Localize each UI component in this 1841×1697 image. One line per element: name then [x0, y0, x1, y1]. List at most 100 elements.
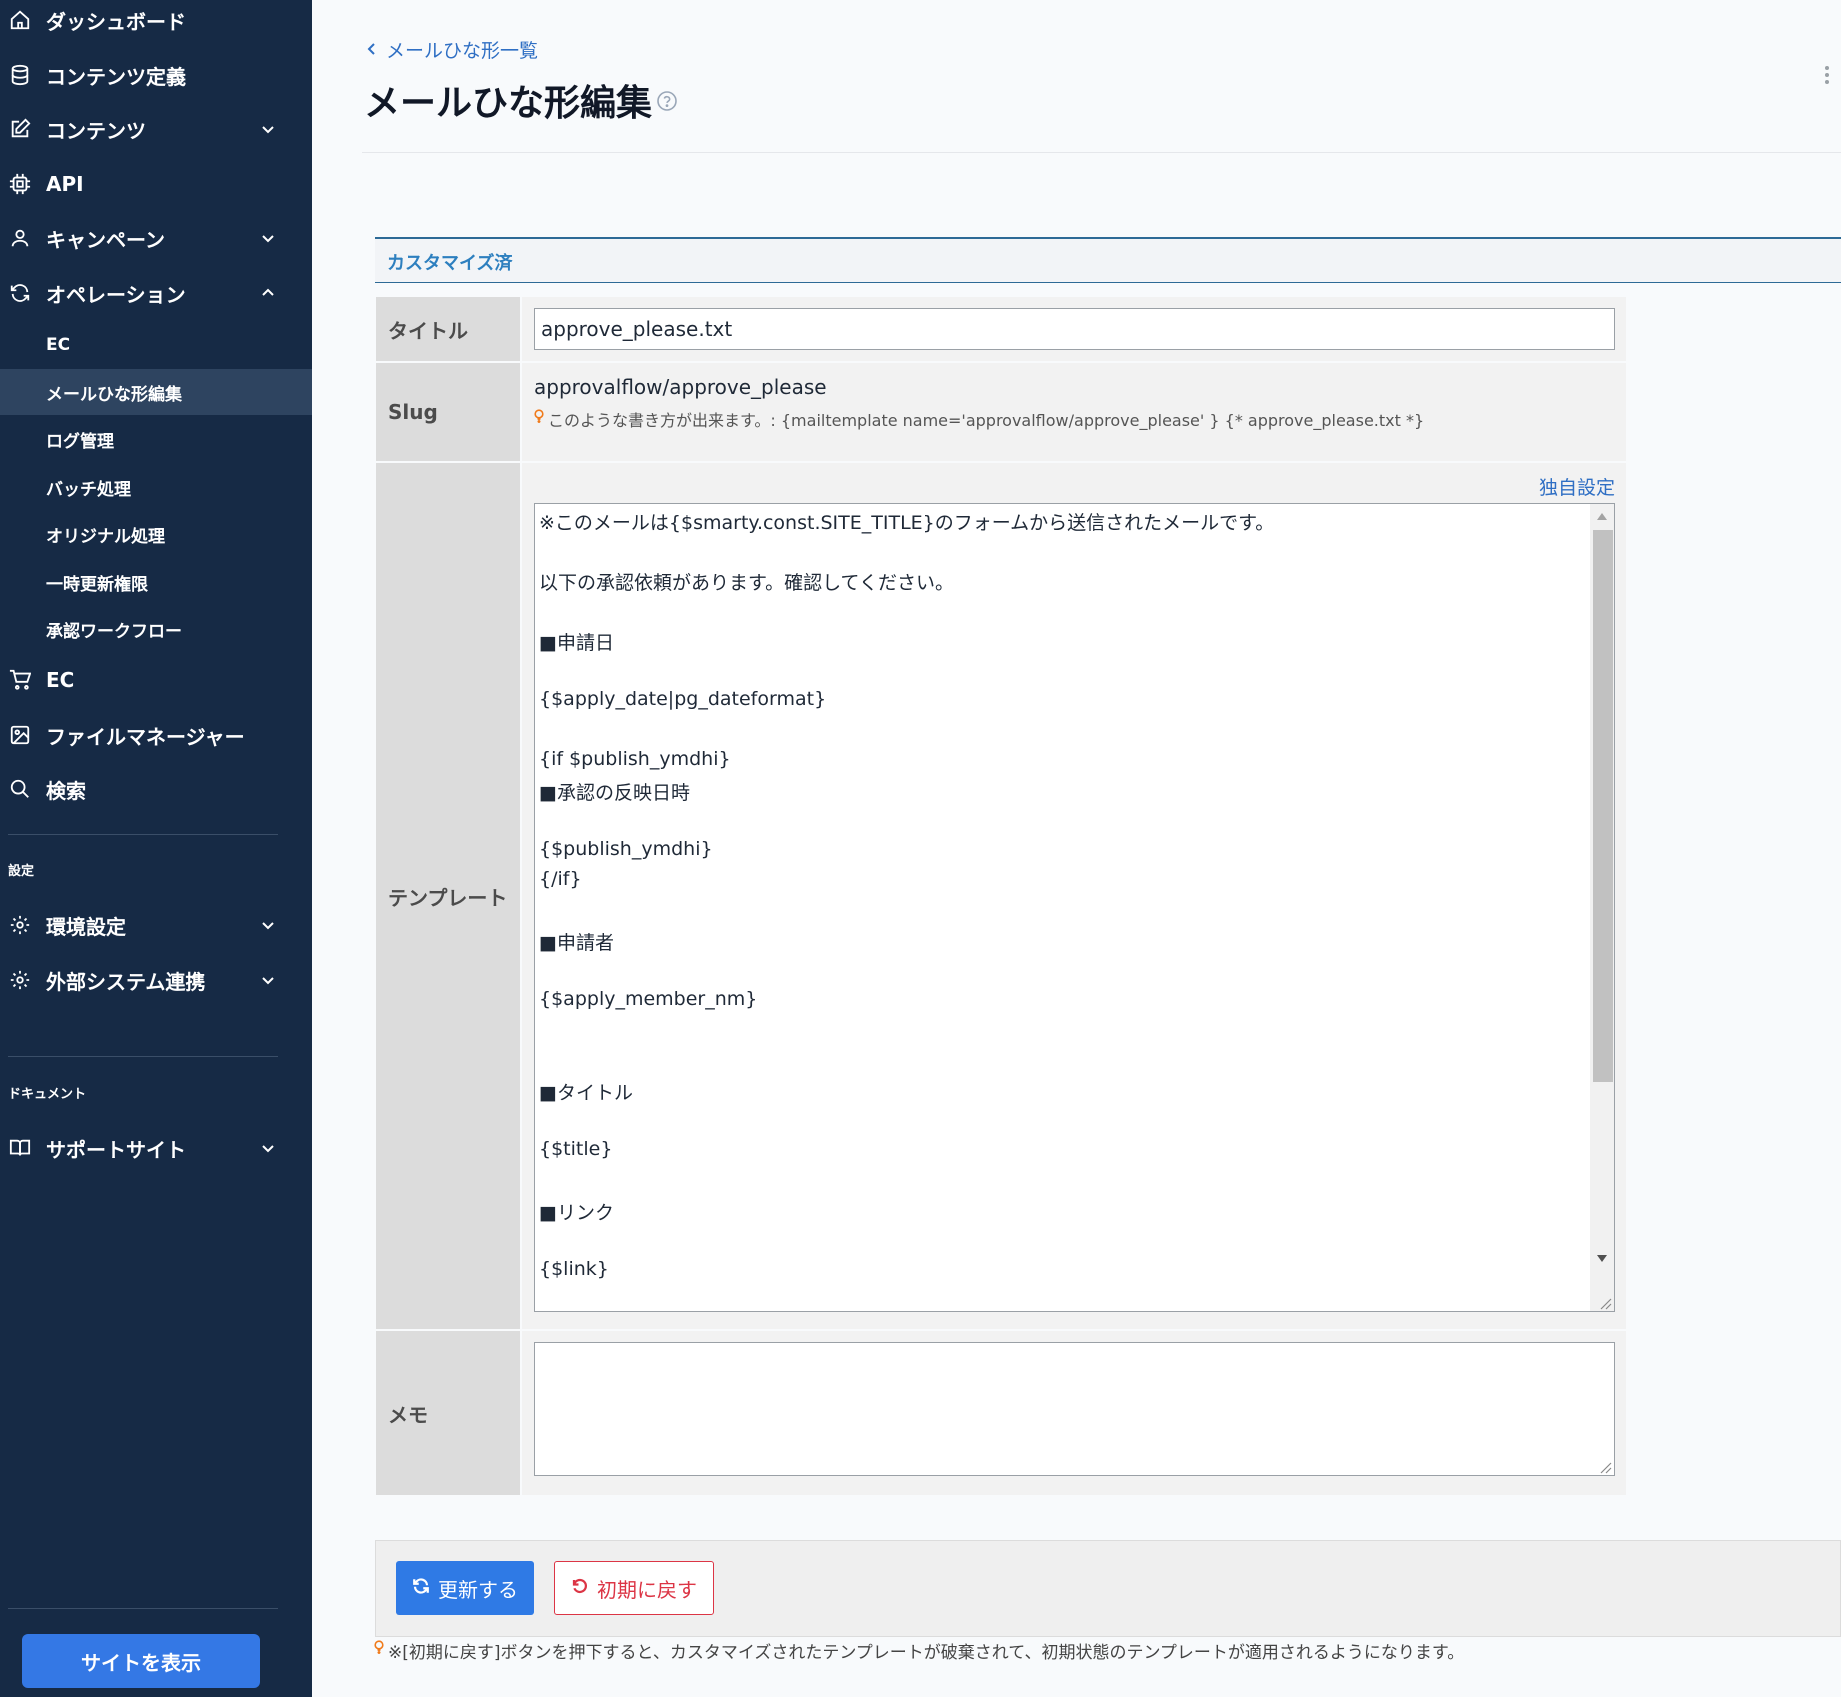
sidebar-section-docs: ドキュメント — [8, 1087, 87, 1102]
template-line: {if $publish_ymdhi} — [539, 748, 731, 770]
scrollbar-thumb[interactable] — [1593, 530, 1613, 1082]
resize-handle-icon[interactable] — [1598, 1459, 1612, 1474]
chevron-down-icon — [258, 1138, 278, 1158]
template-line: ※このメールは{$smarty.const.SITE_TITLE}のフォームから… — [539, 512, 1275, 534]
template-line: {$title} — [539, 1138, 613, 1160]
database-icon — [8, 63, 32, 87]
template-line: ■タイトル — [539, 1082, 633, 1104]
lightbulb-icon — [374, 1640, 384, 1661]
sidebar-item-api[interactable]: API — [0, 160, 312, 208]
title-divider — [362, 152, 1841, 153]
sidebar-section-settings: 設定 — [8, 864, 35, 879]
chevron-down-icon — [258, 228, 278, 248]
sidebar-subitem-log[interactable]: ログ管理 — [0, 416, 312, 462]
sidebar-item-contents[interactable]: コンテンツ — [0, 105, 312, 153]
slug-hint-text: このような書き方が出来ます。: {mailtemplate name='appr… — [548, 411, 1425, 430]
view-site-button[interactable]: サイトを表示 — [22, 1634, 260, 1688]
sidebar: ダッシュボード コンテンツ定義 コンテンツ API キャンペーン オペレーション… — [0, 0, 312, 1697]
sidebar-subitem-label: 一時更新権限 — [46, 574, 148, 595]
refresh-icon — [412, 1576, 430, 1600]
sidebar-subitem-temp-permission[interactable]: 一時更新権限 — [0, 559, 312, 605]
more-menu-icon[interactable] — [1823, 64, 1831, 86]
sidebar-item-label: ダッシュボード — [46, 9, 186, 34]
sidebar-subitem-label: 承認ワークフロー — [46, 621, 182, 642]
reset-button[interactable]: 初期に戻す — [554, 1561, 714, 1615]
sidebar-item-file-manager[interactable]: ファイルマネージャー — [0, 711, 312, 759]
main-content: メールひな形一覧 メールひな形編集 カスタマイズ済 タイトル approve_p… — [312, 0, 1841, 1697]
chevron-down-icon — [258, 915, 278, 935]
sidebar-subitem-label: バッチ処理 — [46, 479, 131, 500]
template-line: ■承認の反映日時 — [539, 782, 690, 804]
template-textarea[interactable]: ※このメールは{$smarty.const.SITE_TITLE}のフォームから… — [534, 503, 1615, 1312]
sidebar-subitem-ec[interactable]: EC — [0, 322, 312, 368]
title-input[interactable]: approve_please.txt — [534, 308, 1615, 350]
template-scrollbar[interactable] — [1590, 504, 1614, 1311]
edit-icon — [8, 117, 32, 141]
user-icon — [8, 226, 32, 250]
resize-handle-icon[interactable] — [1598, 1295, 1612, 1310]
sidebar-subitem-original[interactable]: オリジナル処理 — [0, 511, 312, 557]
sidebar-item-label: オペレーション — [46, 282, 186, 307]
slug-value: approvalflow/approve_please — [534, 375, 827, 399]
refresh-icon — [8, 281, 32, 305]
breadcrumb[interactable]: メールひな形一覧 — [366, 36, 538, 63]
sidebar-subitem-label: EC — [46, 335, 71, 355]
sidebar-subitem-label: ログ管理 — [46, 431, 114, 452]
reset-button-label: 初期に戻す — [597, 1577, 697, 1602]
sidebar-item-ec[interactable]: EC — [0, 656, 312, 704]
sidebar-item-dashboard[interactable]: ダッシュボード — [0, 0, 312, 44]
sidebar-divider — [8, 1608, 278, 1609]
section-header: カスタマイズ済 — [375, 237, 1841, 283]
sidebar-item-label: API — [46, 172, 84, 196]
title-label: タイトル — [376, 297, 520, 361]
slug-label: Slug — [376, 363, 520, 461]
chevron-up-icon — [258, 283, 278, 303]
sidebar-item-label: 環境設定 — [46, 914, 126, 939]
sidebar-item-label: EC — [46, 668, 75, 692]
sidebar-item-search[interactable]: 検索 — [0, 765, 312, 813]
breadcrumb-link[interactable]: メールひな形一覧 — [386, 36, 538, 63]
update-button[interactable]: 更新する — [396, 1561, 534, 1615]
template-line: {/if} — [539, 868, 582, 890]
sidebar-subitem-mail-template[interactable]: メールひな形編集 — [0, 369, 312, 415]
template-line: {$publish_ymdhi} — [539, 838, 713, 860]
title-cell: approve_please.txt — [522, 297, 1626, 361]
cart-icon — [8, 668, 32, 692]
help-icon[interactable] — [656, 90, 678, 112]
sidebar-subitem-approval-workflow[interactable]: 承認ワークフロー — [0, 606, 312, 652]
sidebar-item-support-site[interactable]: サポートサイト — [0, 1124, 312, 1172]
template-cell: 独自設定 ※このメールは{$smarty.const.SITE_TITLE}のフ… — [522, 463, 1626, 1329]
memo-textarea[interactable] — [534, 1342, 1615, 1476]
sidebar-divider — [8, 1056, 278, 1057]
sidebar-item-label: 検索 — [46, 778, 86, 803]
undo-icon — [571, 1576, 589, 1600]
scroll-up-arrow-icon[interactable] — [1590, 506, 1614, 526]
sidebar-divider — [8, 834, 278, 835]
sidebar-item-operation[interactable]: オペレーション — [0, 269, 312, 317]
template-line: {$link} — [539, 1258, 609, 1280]
chevron-left-icon — [366, 39, 378, 61]
sidebar-item-label: コンテンツ定義 — [46, 64, 186, 89]
reset-note-text: ※[初期に戻す]ボタンを押下すると、カスタマイズされたテンプレートが破棄されて、… — [388, 1643, 1465, 1663]
template-line: ■申請者 — [539, 932, 614, 954]
sidebar-item-content-definition[interactable]: コンテンツ定義 — [0, 51, 312, 99]
sidebar-item-environment[interactable]: 環境設定 — [0, 901, 312, 949]
scroll-down-arrow-icon[interactable] — [1590, 1248, 1614, 1268]
action-bar: 更新する 初期に戻す — [375, 1540, 1841, 1637]
section-title: カスタマイズ済 — [387, 253, 513, 274]
sidebar-subitem-label: メールひな形編集 — [46, 384, 182, 405]
memo-label: メモ — [376, 1331, 520, 1495]
template-line: ■リンク — [539, 1202, 614, 1224]
slug-hint: このような書き方が出来ます。: {mailtemplate name='appr… — [534, 407, 1424, 431]
sidebar-item-campaign[interactable]: キャンペーン — [0, 214, 312, 262]
sidebar-item-external-system[interactable]: 外部システム連携 — [0, 956, 312, 1004]
book-icon — [8, 1136, 32, 1160]
chevron-down-icon — [258, 119, 278, 139]
sidebar-subitem-batch[interactable]: バッチ処理 — [0, 464, 312, 510]
update-button-label: 更新する — [438, 1577, 518, 1602]
custom-setting-link[interactable]: 独自設定 — [1539, 473, 1615, 500]
lightbulb-icon — [534, 409, 544, 429]
gear-icon — [8, 913, 32, 937]
template-line: 以下の承認依頼があります。確認してください。 — [539, 572, 954, 594]
image-icon — [8, 723, 32, 747]
